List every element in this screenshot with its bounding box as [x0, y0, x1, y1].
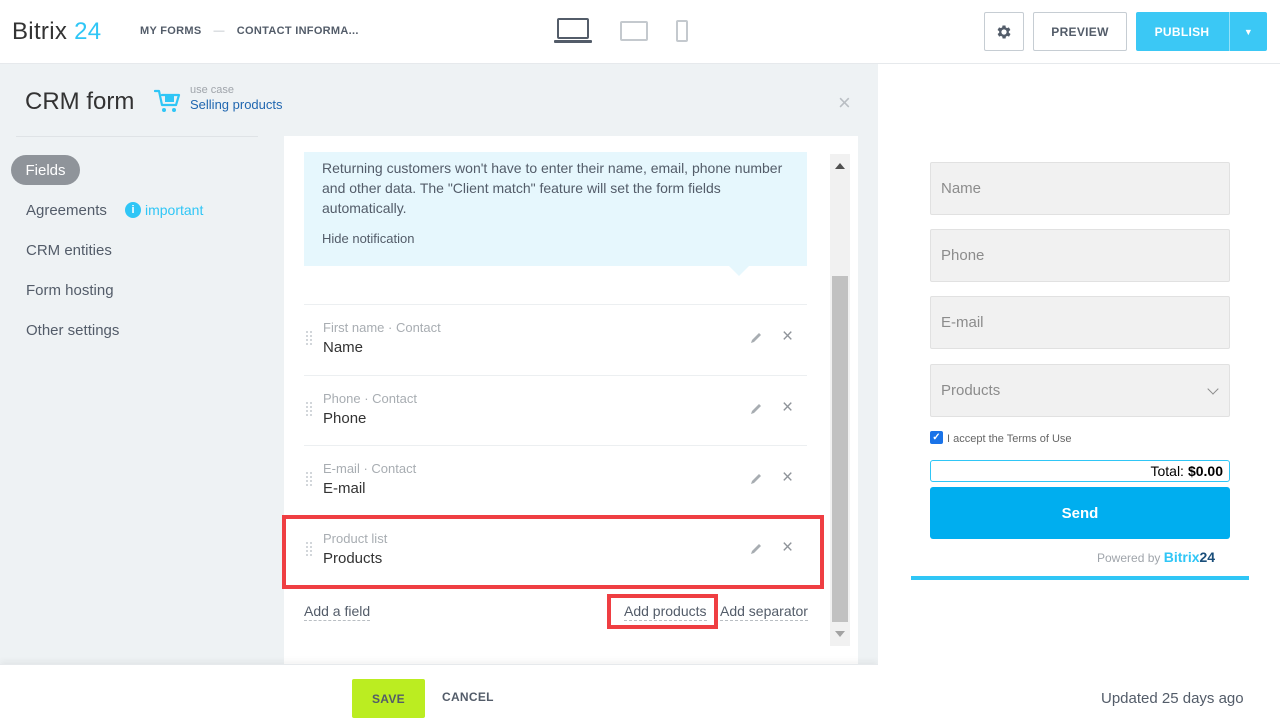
field-name: Name	[323, 339, 364, 356]
powered-by-label: Powered by	[1097, 551, 1161, 565]
bitrix24-logo[interactable]: Bitrix 24	[12, 18, 101, 46]
logo-text: Bitrix	[12, 18, 68, 45]
nav-item-fields[interactable]: Fields	[11, 155, 80, 185]
hide-notification-link[interactable]: Hide notification	[322, 231, 415, 246]
cart-icon	[154, 89, 181, 112]
field-meta: First name · Contact	[323, 320, 441, 335]
field-row-email[interactable]: E-mail · Contact E-mail ×	[304, 446, 807, 516]
preview-products-select[interactable]: Products	[930, 364, 1230, 417]
nav-item-form-hosting[interactable]: Form hosting	[26, 282, 114, 299]
chevron-down-icon[interactable]: ▼	[1230, 12, 1267, 51]
total-field: Total: $0.00	[930, 460, 1230, 482]
page-title: CRM form	[25, 88, 135, 115]
nav-item-agreements[interactable]: Agreements	[26, 202, 107, 219]
notification-text: Returning customers won't have to enter …	[322, 160, 783, 216]
add-separator-link[interactable]: Add separator	[720, 603, 808, 621]
field-row-phone[interactable]: Phone · Contact Phone ×	[304, 376, 807, 446]
cancel-button[interactable]: CANCEL	[442, 690, 494, 704]
drag-handle-icon[interactable]	[306, 402, 312, 416]
drag-handle-icon[interactable]	[306, 331, 312, 345]
gear-icon	[997, 24, 1011, 39]
use-case: use case Selling products	[154, 84, 283, 114]
settings-button[interactable]	[984, 12, 1024, 51]
input-placeholder: Name	[941, 180, 982, 197]
bottom-bar	[0, 664, 878, 726]
pencil-icon[interactable]	[749, 402, 763, 416]
tablet-icon[interactable]	[620, 21, 648, 41]
pencil-icon[interactable]	[749, 331, 763, 345]
client-match-notification: Returning customers won't have to enter …	[304, 152, 807, 266]
close-icon[interactable]: ×	[782, 468, 793, 487]
logo-number: 24	[74, 18, 102, 45]
chevron-down-icon	[1207, 383, 1219, 395]
close-icon[interactable]: ×	[838, 92, 851, 114]
pencil-icon[interactable]	[749, 472, 763, 486]
add-field-link[interactable]: Add a field	[304, 603, 371, 621]
scroll-down-arrow[interactable]	[835, 631, 845, 637]
divider	[16, 136, 258, 137]
preview-accent-line	[911, 576, 1249, 580]
highlight-box-product-list	[282, 515, 824, 589]
terms-label[interactable]: I accept the Terms of Use	[947, 433, 1072, 445]
important-label: important	[145, 202, 204, 218]
drag-handle-icon[interactable]	[306, 472, 312, 486]
send-button[interactable]: Send	[930, 487, 1230, 539]
scrollbar-thumb[interactable]	[832, 276, 848, 622]
scroll-up-arrow[interactable]	[835, 163, 845, 169]
updated-status: Updated 25 days ago	[1101, 690, 1244, 707]
field-name: Phone	[323, 410, 367, 427]
phone-icon[interactable]	[676, 20, 688, 42]
top-bar: Bitrix 24 MY FORMS — CONTACT INFORMA... …	[0, 0, 1280, 64]
preview-phone-input[interactable]: Phone	[930, 229, 1230, 282]
important-badge[interactable]: i important	[125, 202, 203, 218]
field-row-name[interactable]: First name · Contact Name ×	[304, 305, 807, 375]
device-switcher	[554, 18, 688, 44]
breadcrumb-my-forms[interactable]: MY FORMS	[140, 25, 201, 37]
save-button[interactable]: SAVE	[352, 679, 425, 718]
powered-brand-number: 24	[1199, 549, 1216, 565]
nav-item-crm-entities[interactable]: CRM entities	[26, 242, 112, 259]
input-placeholder: Phone	[941, 247, 985, 264]
close-icon[interactable]: ×	[782, 398, 793, 417]
publish-label: PUBLISH	[1154, 24, 1210, 39]
laptop-icon[interactable]	[554, 18, 592, 44]
total-value: $0.00	[1187, 463, 1223, 479]
total-label: Total:	[1150, 463, 1184, 479]
publish-button[interactable]: PUBLISH ▼	[1136, 12, 1267, 51]
field-meta: E-mail · Contact	[323, 461, 417, 476]
highlight-box-add-products	[607, 594, 718, 629]
use-case-link[interactable]: Selling products	[190, 97, 283, 112]
nav-item-other-settings[interactable]: Other settings	[26, 322, 119, 339]
breadcrumb: MY FORMS — CONTACT INFORMA...	[140, 25, 359, 37]
info-icon: i	[125, 202, 141, 218]
use-case-label: use case	[190, 84, 235, 96]
preview-button[interactable]: PREVIEW	[1033, 12, 1127, 51]
powered-brand: Bitrix	[1163, 549, 1200, 565]
field-name: E-mail	[323, 480, 366, 497]
field-meta: Phone · Contact	[323, 391, 417, 406]
close-icon[interactable]: ×	[782, 327, 793, 346]
preview-email-input[interactable]: E-mail	[930, 296, 1230, 349]
powered-by[interactable]: Powered by Bitrix24	[1097, 549, 1215, 565]
notification-tail	[728, 265, 750, 276]
input-placeholder: E-mail	[941, 314, 984, 331]
breadcrumb-contact-information[interactable]: CONTACT INFORMA...	[237, 25, 359, 37]
breadcrumb-separator: —	[213, 25, 225, 37]
preview-name-input[interactable]: Name	[930, 162, 1230, 215]
select-value: Products	[941, 382, 1001, 399]
checkbox-icon[interactable]: ✓	[930, 431, 943, 444]
